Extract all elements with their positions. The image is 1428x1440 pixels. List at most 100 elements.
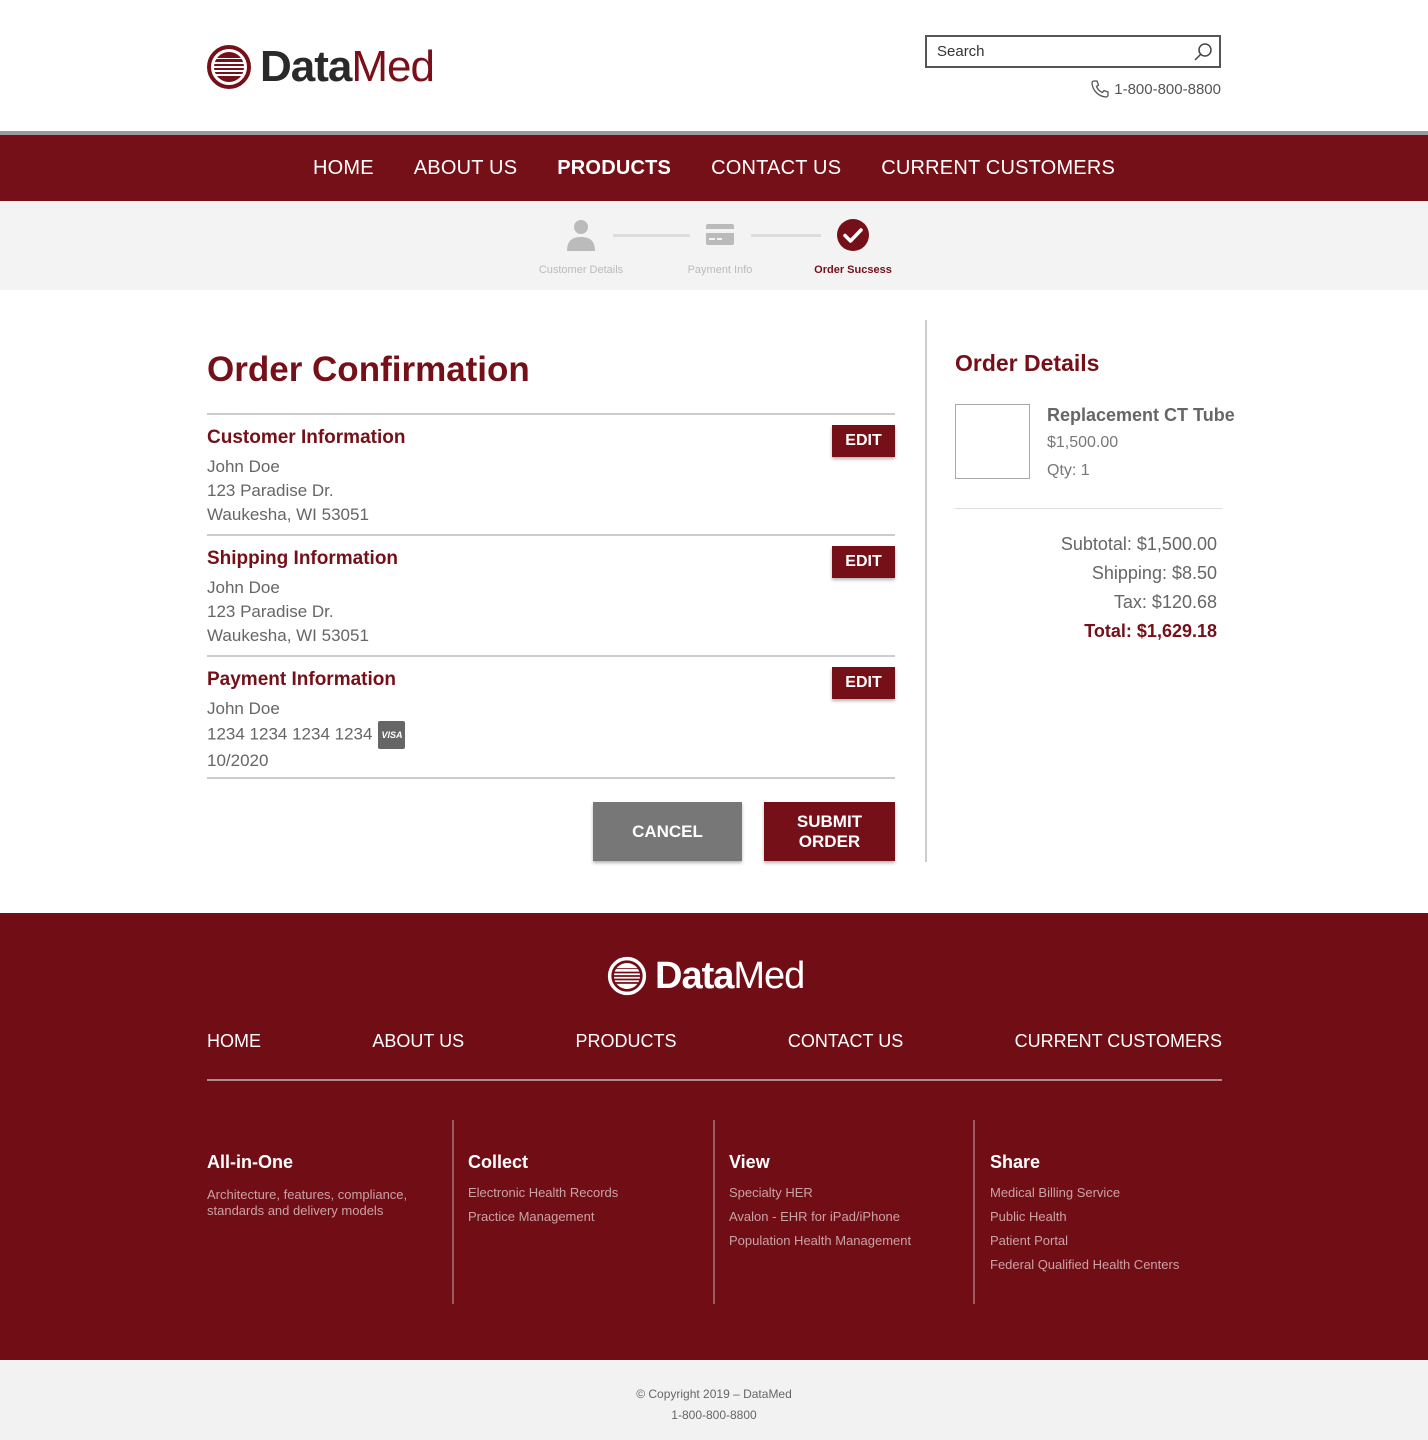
footer-link[interactable]: Federal Qualified Health Centers xyxy=(990,1253,1179,1277)
logo-mark-icon xyxy=(607,956,647,996)
shipping-street: 123 Paradise Dr. xyxy=(207,602,334,621)
section-heading: Payment Information xyxy=(207,669,396,690)
user-icon xyxy=(567,220,595,251)
divider xyxy=(955,508,1222,509)
check-circle-icon xyxy=(837,219,869,251)
footer-link[interactable]: Population Health Management xyxy=(729,1229,911,1253)
nav-about-us[interactable]: ABOUT US xyxy=(414,157,517,180)
copyright-text: © Copyright 2019 – DataMed xyxy=(636,1387,792,1401)
order-totals: Subtotal: $1,500.00 Shipping: $8.50 Tax:… xyxy=(1061,530,1217,646)
footer-column-view: View Specialty HER Avalon - EHR for iPad… xyxy=(729,1120,911,1253)
step-payment-info: Payment Info xyxy=(660,219,780,276)
card-number: 1234 1234 1234 1234 xyxy=(207,724,373,744)
order-details-title: Order Details xyxy=(955,350,1100,376)
customer-name: John Doe xyxy=(207,457,280,476)
product-name: Replacement CT Tube xyxy=(1047,405,1235,425)
product-price: $1,500.00 xyxy=(1047,434,1119,451)
submit-order-button[interactable]: SUBMIT ORDER xyxy=(764,802,895,861)
page-title: Order Confirmation xyxy=(207,350,530,389)
footer-link[interactable]: Electronic Health Records xyxy=(468,1181,618,1205)
header-phone[interactable]: 1-800-800-8800 xyxy=(1090,79,1221,99)
phone-number: 1-800-800-8800 xyxy=(1114,80,1221,98)
footer-link[interactable]: Practice Management xyxy=(468,1205,618,1229)
footer-nav-home[interactable]: HOME xyxy=(207,1031,261,1052)
footer-column-heading: View xyxy=(729,1152,770,1172)
main-nav: HOME ABOUT US PRODUCTS CONTACT US CURREN… xyxy=(0,131,1428,201)
step-customer-details: Customer Details xyxy=(521,219,641,276)
divider xyxy=(207,777,895,779)
subtotal: Subtotal: $1,500.00 xyxy=(1060,534,1217,554)
customer-city: Waukesha, WI 53051 xyxy=(207,505,369,524)
footer-column-divider xyxy=(973,1120,975,1304)
edit-payment-button[interactable]: EDIT xyxy=(832,667,895,699)
card-expiry: 10/2020 xyxy=(207,751,269,770)
footer-phone[interactable]: 1-800-800-8800 xyxy=(0,1405,1428,1426)
footer-column-all-in-one: All-in-One Architecture, features, compl… xyxy=(207,1120,427,1219)
submit-label-1: SUBMIT xyxy=(796,811,863,831)
nav-current-customers[interactable]: CURRENT CUSTOMERS xyxy=(881,157,1115,180)
logo-mark-icon xyxy=(207,45,251,89)
footer-column-heading: Share xyxy=(990,1152,1041,1172)
section-heading: Shipping Information xyxy=(207,548,399,569)
logo-text: DataMed xyxy=(260,42,435,91)
footer-column-divider xyxy=(713,1120,715,1304)
logo-text: DataMed xyxy=(655,955,805,997)
submit-label-2: ORDER xyxy=(798,831,861,851)
copyright-bar: © Copyright 2019 – DataMed 1-800-800-880… xyxy=(0,1360,1428,1440)
payment-card-row: 1234 1234 1234 1234 VISA xyxy=(207,721,895,749)
shipping-information-section: Shipping Information John Doe 123 Paradi… xyxy=(207,534,895,655)
footer-link[interactable]: Public Health xyxy=(990,1205,1179,1229)
product-image xyxy=(955,404,1030,479)
credit-card-icon xyxy=(706,224,734,245)
search-icon[interactable] xyxy=(1193,42,1213,62)
shipping-name: John Doe xyxy=(207,578,280,597)
edit-customer-button[interactable]: EDIT xyxy=(832,425,895,457)
footer-link[interactable]: Avalon - EHR for iPad/iPhone xyxy=(729,1205,911,1229)
step-label: Payment Info xyxy=(687,264,753,276)
cancel-button[interactable]: CANCEL xyxy=(593,802,742,861)
footer-column-collect: Collect Electronic Health Records Practi… xyxy=(468,1120,618,1229)
vertical-divider xyxy=(925,320,927,862)
footer-nav-current-customers[interactable]: CURRENT CUSTOMERS xyxy=(1015,1031,1222,1052)
customer-street: 123 Paradise Dr. xyxy=(207,481,334,500)
footer-column-heading: All-in-One xyxy=(207,1152,293,1172)
footer-column-divider xyxy=(452,1120,454,1304)
step-order-success: Order Sucsess xyxy=(793,219,913,276)
step-label: Order Sucsess xyxy=(814,264,892,276)
footer-column-share: Share Medical Billing Service Public Hea… xyxy=(990,1120,1179,1277)
footer-link[interactable]: Medical Billing Service xyxy=(990,1181,1179,1205)
footer-nav-products[interactable]: PRODUCTS xyxy=(575,1031,676,1052)
product-qty: Qty: 1 xyxy=(1047,462,1090,479)
footer-column-desc[interactable]: Architecture, features, compliance, stan… xyxy=(207,1187,427,1219)
phone-icon xyxy=(1091,80,1109,98)
search-box xyxy=(925,35,1221,68)
edit-shipping-button[interactable]: EDIT xyxy=(832,546,895,578)
footer-logo[interactable]: DataMed xyxy=(607,953,805,999)
footer-nav-about-us[interactable]: ABOUT US xyxy=(372,1031,464,1052)
nav-contact-us[interactable]: CONTACT US xyxy=(711,157,841,180)
brand-logo[interactable]: DataMed xyxy=(206,42,435,91)
payment-information-section: Payment Information John Doe 1234 1234 1… xyxy=(207,655,895,776)
footer-nav-contact-us[interactable]: CONTACT US xyxy=(788,1031,903,1052)
tax: Tax: $120.68 xyxy=(1113,592,1217,612)
nav-home[interactable]: HOME xyxy=(313,157,374,180)
site-header: DataMed 1-800-800-8800 xyxy=(0,0,1428,131)
footer-link[interactable]: Specialty HER xyxy=(729,1181,911,1205)
step-label: Customer Details xyxy=(538,264,624,276)
footer-divider xyxy=(207,1079,1222,1081)
payment-name: John Doe xyxy=(207,699,280,718)
visa-badge: VISA xyxy=(378,721,406,749)
checkout-progress: Customer Details Payment Info Order Sucs… xyxy=(0,201,1428,290)
section-heading: Customer Information xyxy=(207,427,406,448)
footer-column-heading: Collect xyxy=(468,1152,529,1172)
site-footer: DataMed HOME ABOUT US PRODUCTS CONTACT U… xyxy=(0,913,1428,1360)
order-confirmation-main: Order Confirmation Customer Information … xyxy=(0,290,1428,913)
customer-information-section: Customer Information John Doe 123 Paradi… xyxy=(207,413,895,534)
footer-link[interactable]: Patient Portal xyxy=(990,1229,1179,1253)
footer-nav: HOME ABOUT US PRODUCTS CONTACT US CURREN… xyxy=(207,1031,1222,1052)
order-total: Total: $1,629.18 xyxy=(1084,621,1217,641)
shipping-cost: Shipping: $8.50 xyxy=(1091,563,1217,583)
shipping-city: Waukesha, WI 53051 xyxy=(207,626,369,645)
nav-products[interactable]: PRODUCTS xyxy=(557,157,671,180)
search-input[interactable] xyxy=(937,43,1177,60)
